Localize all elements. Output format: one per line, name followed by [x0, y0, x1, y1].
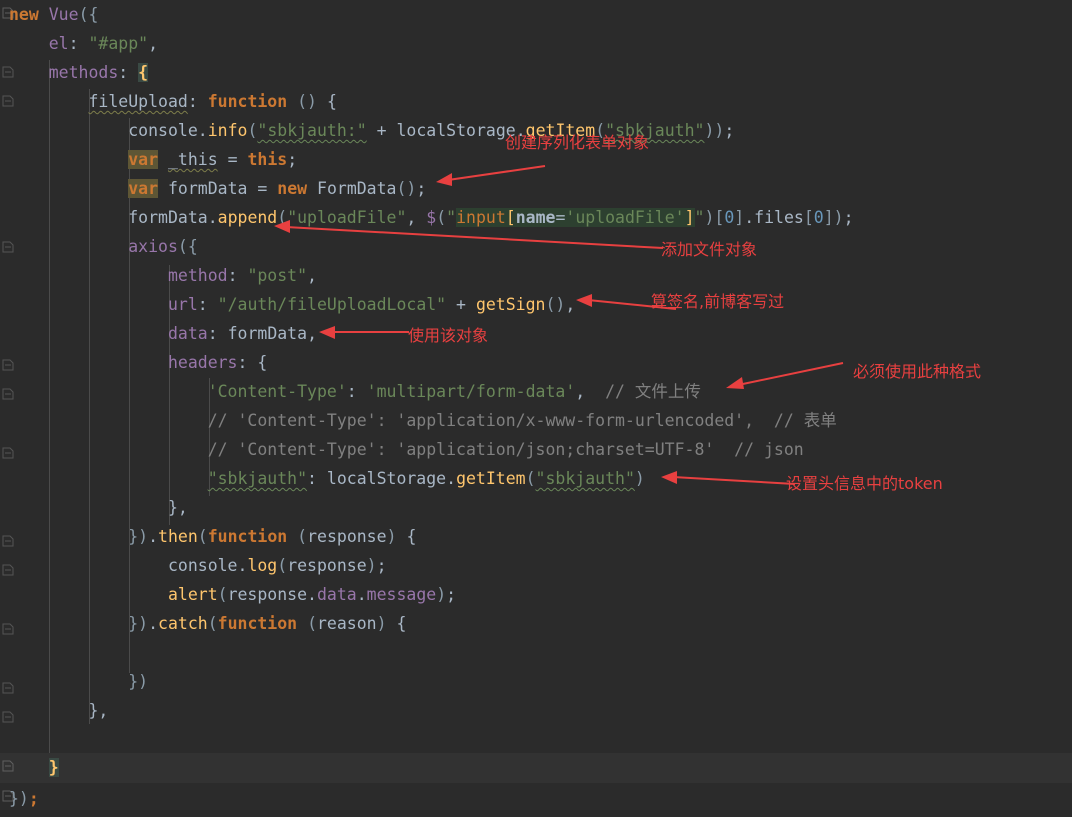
code-line[interactable]: });: [0, 784, 1072, 814]
code-line[interactable]: }).catch(function (reason) {: [0, 609, 1072, 639]
annotation-text: 算签名,前博客写过: [651, 292, 785, 311]
code-line[interactable]: }).then(function (response) {: [0, 522, 1072, 552]
code-line[interactable]: formData.append("uploadFile", $("input[n…: [0, 203, 1072, 233]
code-line[interactable]: alert(response.data.message);: [0, 580, 1072, 610]
code-line[interactable]: var formData = new FormData();: [0, 174, 1072, 204]
code-line[interactable]: method: "post",: [0, 261, 1072, 291]
code-line[interactable]: url: "/auth/fileUploadLocal" + getSign()…: [0, 290, 1072, 320]
code-line[interactable]: }: [0, 753, 1072, 783]
code-line[interactable]: },: [0, 493, 1072, 523]
code-line[interactable]: }): [0, 667, 1072, 697]
code-line[interactable]: methods: {: [0, 58, 1072, 88]
code-line[interactable]: // 'Content-Type': 'application/x-www-fo…: [0, 406, 1072, 436]
code-line[interactable]: fileUpload: function () {: [0, 87, 1072, 117]
code-line[interactable]: axios({: [0, 232, 1072, 262]
code-editor[interactable]: new Vue({ el: "#app", methods: { fileUpl…: [0, 0, 1072, 817]
annotation-text: 必须使用此种格式: [853, 362, 982, 381]
code-line[interactable]: data: formData,: [0, 319, 1072, 349]
code-line[interactable]: console.log(response);: [0, 551, 1072, 581]
code-line[interactable]: [0, 725, 1072, 755]
code-line[interactable]: [0, 638, 1072, 668]
annotation-text: 添加文件对象: [661, 240, 758, 259]
code-line[interactable]: },: [0, 696, 1072, 726]
code-line[interactable]: // 'Content-Type': 'application/json;cha…: [0, 435, 1072, 465]
annotation-text: 使用该对象: [408, 326, 489, 345]
annotation-text: 创建序列化表单对象: [505, 133, 650, 152]
code-line[interactable]: el: "#app",: [0, 29, 1072, 59]
code-line[interactable]: new Vue({: [0, 0, 1072, 30]
annotation-text: 设置头信息中的token: [786, 474, 943, 493]
